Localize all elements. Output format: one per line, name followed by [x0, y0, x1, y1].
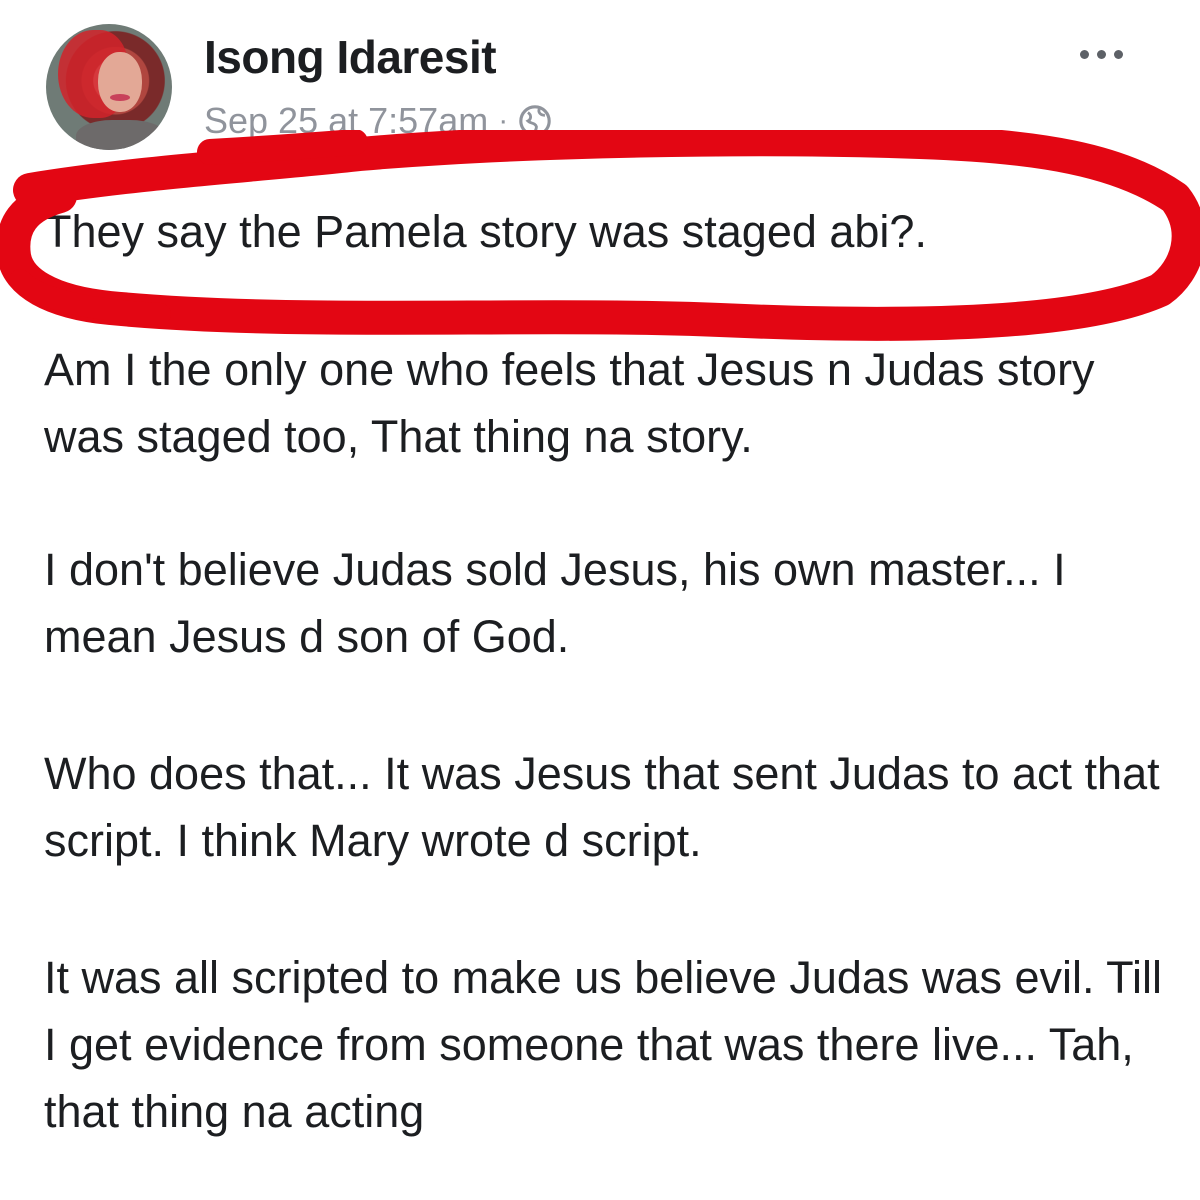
facebook-post: Isong Idaresit Sep 25 at 7:57am · They s…: [0, 0, 1200, 1200]
meta-separator: ·: [498, 104, 509, 137]
globe-icon[interactable]: [518, 104, 552, 138]
ellipsis-icon-dot: [1097, 49, 1106, 59]
avatar-lips: [110, 94, 130, 101]
post-paragraph-3: I don't believe Judas sold Jesus, his ow…: [44, 544, 1066, 662]
post-meta: Sep 25 at 7:57am ·: [204, 100, 552, 142]
avatar-clothing: [76, 120, 166, 150]
ellipsis-icon-dot: [1080, 49, 1089, 59]
post-paragraph-5: It was all scripted to make us believe J…: [44, 952, 1162, 1137]
post-paragraph-4: Who does that... It was Jesus that sent …: [44, 748, 1160, 866]
avatar[interactable]: [46, 24, 172, 150]
post-timestamp[interactable]: Sep 25 at 7:57am: [204, 100, 488, 142]
ellipsis-icon-dot: [1114, 49, 1123, 59]
author-name[interactable]: Isong Idaresit: [204, 30, 497, 84]
post-paragraph-2: Am I the only one who feels that Jesus n…: [44, 344, 1095, 462]
avatar-face: [98, 52, 142, 112]
more-options-button[interactable]: [1080, 44, 1140, 64]
post-paragraph-1: They say the Pamela story was staged abi…: [44, 206, 927, 257]
